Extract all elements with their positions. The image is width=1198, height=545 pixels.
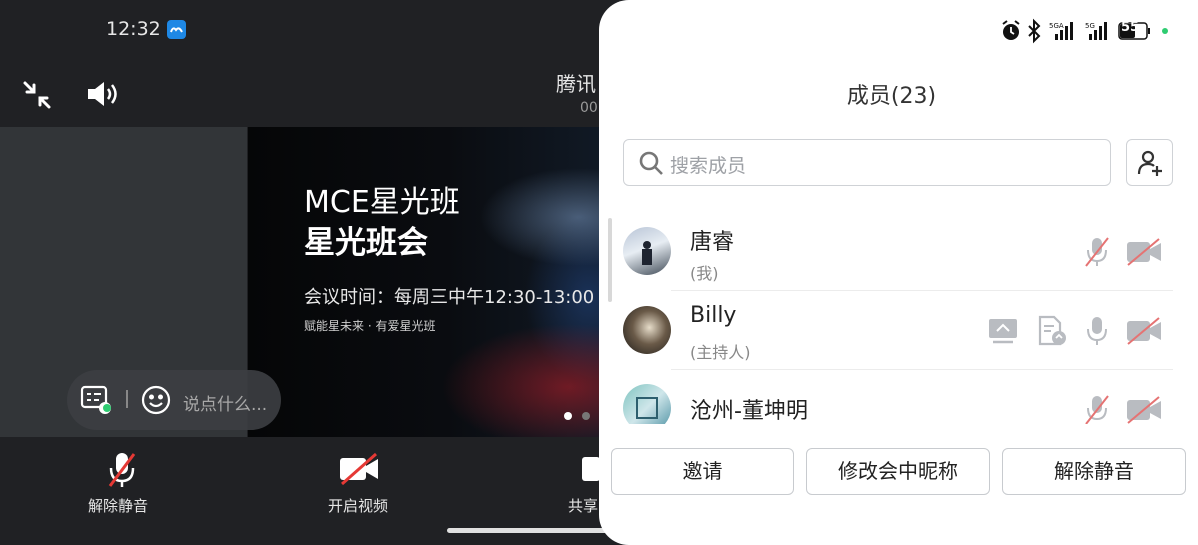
chat-divider: [126, 390, 128, 408]
member-row[interactable]: 唐睿 (我): [599, 212, 1198, 291]
member-name: 沧州-董坤明: [690, 399, 808, 424]
chat-placeholder[interactable]: 说点什么...: [183, 390, 267, 415]
page-indicator[interactable]: [564, 405, 600, 424]
share-label[interactable]: 共享: [568, 495, 598, 516]
search-icon: [638, 150, 664, 176]
meeting-title: 腾讯: [556, 72, 596, 96]
battery-level: 55: [1121, 20, 1140, 35]
status-icons: 5GA 5G: [999, 18, 1169, 44]
speaker-icon[interactable]: [86, 80, 120, 108]
bluetooth-icon: [1028, 18, 1041, 44]
unmute-all-button[interactable]: 解除静音: [1002, 448, 1186, 495]
camera-off-icon: [1125, 238, 1163, 266]
meeting-duration: 00: [580, 100, 598, 116]
members-panel: 5GA 5G 55 成员(23) 搜索成员 唐睿 (我) Billy (主持人)…: [599, 0, 1198, 545]
member-name: 唐睿: [690, 230, 735, 255]
share-slogan: 赋能星未来 · 有爱星光班: [304, 319, 436, 333]
panel-title: 成员(23): [846, 84, 937, 109]
add-member-icon: [1136, 149, 1164, 177]
mic-muted-icon: [106, 450, 138, 490]
shared-screen[interactable]: MCE星光班 星光班会 会议时间：每周三中午12:30-13:00 赋能星未来 …: [248, 127, 608, 437]
page-dot-active: [564, 412, 572, 420]
svg-text:5G: 5G: [1085, 22, 1095, 30]
camera-off-icon: [338, 452, 380, 486]
member-role: (主持人): [690, 343, 751, 362]
avatar: [623, 306, 671, 354]
mic-on-icon: [1084, 315, 1110, 347]
member-name: Billy: [690, 303, 737, 328]
avatar: [623, 384, 671, 424]
emoji-icon[interactable]: [140, 384, 172, 416]
member-role: (我): [690, 264, 719, 283]
share-title-line1: MCE星光班: [304, 185, 460, 220]
home-indicator[interactable]: [447, 528, 617, 533]
camera-off-icon: [1125, 317, 1163, 345]
share-meeting-time: 会议时间：每周三中午12:30-13:00: [304, 287, 595, 308]
app-notification-icon: [167, 20, 186, 39]
add-member-button[interactable]: [1126, 139, 1173, 186]
unmute-button[interactable]: [102, 450, 138, 490]
member-row[interactable]: Billy (主持人): [599, 291, 1198, 370]
member-row[interactable]: 沧州-董坤明: [599, 370, 1198, 424]
mic-muted-icon: [1084, 236, 1110, 268]
search-input[interactable]: 搜索成员: [623, 139, 1111, 186]
exit-fullscreen-icon[interactable]: [22, 80, 52, 110]
camera-off-icon: [1125, 396, 1163, 424]
svg-text:5GA: 5GA: [1049, 22, 1064, 30]
avatar: [623, 227, 671, 275]
share-title-line2: 星光班会: [304, 225, 428, 261]
start-video-button[interactable]: [338, 452, 380, 486]
search-placeholder: 搜索成员: [670, 155, 747, 177]
alarm-icon: [1002, 20, 1020, 40]
unmute-label[interactable]: 解除静音: [88, 495, 148, 516]
screen-sharing-icon: [987, 317, 1019, 345]
document-icon: [1036, 315, 1068, 347]
invite-button[interactable]: 邀请: [611, 448, 794, 495]
mic-muted-icon: [1084, 394, 1110, 424]
share-screen-icon[interactable]: [580, 455, 600, 487]
chat-icon[interactable]: [80, 384, 114, 416]
status-time: 12:32: [106, 18, 161, 40]
rename-button[interactable]: 修改会中昵称: [806, 448, 990, 495]
page-dot: [582, 412, 590, 420]
signal-icon: 5GA 5G: [1049, 22, 1107, 40]
start-video-label[interactable]: 开启视频: [328, 495, 388, 516]
